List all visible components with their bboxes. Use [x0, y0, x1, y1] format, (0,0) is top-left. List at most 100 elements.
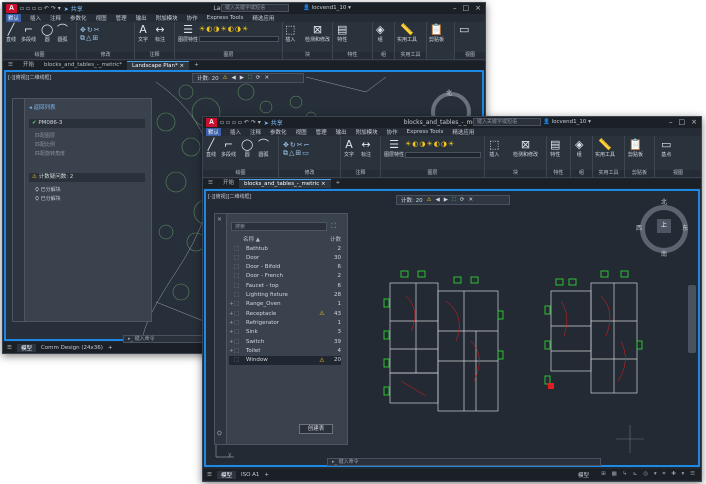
back-group-props-label[interactable]: 特性 [333, 52, 372, 59]
properties-tool[interactable]: ▤ 特性 [337, 24, 347, 44]
group-tool[interactable]: ◈ 组 [575, 139, 583, 159]
front-group-clip-label[interactable]: 剪贴板 [625, 170, 654, 177]
table-row[interactable]: ⬚ Door - French 2 [229, 272, 341, 281]
front-group-draw-label[interactable]: 绘图 [203, 170, 278, 177]
back-group-util-label[interactable]: 实用工具 [395, 52, 426, 59]
table-row[interactable]: + ⬚ Switch 39 [229, 337, 341, 346]
back-menu-9[interactable]: Express Tools [207, 15, 244, 21]
table-row[interactable]: + ⬚ Range_Oven 1 [229, 300, 341, 309]
front-group-modify-label[interactable]: 修改 [279, 170, 340, 177]
front-command-line[interactable]: ▸_ 键入命令 [327, 458, 601, 466]
view-tool[interactable]: ▭ [459, 24, 469, 36]
front-group-util-label[interactable]: 实用工具 [593, 170, 624, 177]
clipboard-tool[interactable]: 📋 剪贴板 [628, 139, 643, 159]
utilities-tool[interactable]: 📏 实用工具 [595, 139, 615, 159]
front-menu-5[interactable]: 管理 [316, 128, 327, 136]
table-row[interactable]: ⬚ Bathtub 2 [229, 244, 341, 253]
utilities-tool[interactable]: 📏 实用工具 [397, 24, 417, 44]
menu-icon[interactable]: ☰ [7, 345, 12, 351]
next-arrow-icon[interactable]: ▶ [240, 75, 244, 81]
detect-tool[interactable]: ⊠ 检测和修改 [513, 139, 538, 159]
close-icon[interactable]: ✕ [264, 75, 269, 81]
polyline-tool[interactable]: ⌐ 多段线 [221, 139, 236, 159]
front-menu-0[interactable]: 默认 [206, 128, 222, 136]
front-menu-8[interactable]: 协作 [387, 128, 398, 136]
back-group-group-label[interactable]: 组 [373, 52, 394, 59]
polyline-tool[interactable]: ⌐ 多段线 [21, 24, 36, 44]
front-menu-1[interactable]: 插入 [230, 128, 241, 136]
minimize-icon[interactable]: – [669, 117, 673, 128]
back-section-2[interactable]: ⚠ 计数疑问数: 2 [29, 173, 145, 182]
refresh-icon[interactable]: ⟳ [256, 75, 261, 81]
basepoint-tool[interactable]: ▭ 基点 [661, 139, 671, 159]
back-menu-5[interactable]: 管理 [116, 14, 127, 22]
back-group-draw-label[interactable]: 绘图 [3, 52, 76, 59]
front-group-block-label[interactable]: 块 [485, 170, 546, 177]
back-s1-item-0[interactable]: 匹配图层 [35, 132, 65, 141]
properties-tool[interactable]: ▤ 特性 [550, 139, 560, 159]
back-menu-7[interactable]: 附加模块 [156, 14, 178, 22]
back-s2-item-0[interactable]: ⛭ 已分解块 [35, 186, 61, 195]
back-menu-10[interactable]: 精选应用 [252, 14, 274, 22]
settings-icon[interactable]: ⛭ [217, 430, 222, 438]
table-row[interactable]: ⬚ Door 30 [229, 253, 341, 262]
menu-icon[interactable]: ☰ [3, 61, 18, 70]
layer-icons[interactable]: ☀◐◑☀◐◑☀ [405, 140, 455, 148]
front-panel-strip[interactable]: ✕ ⛭ [215, 214, 227, 444]
quick-access-icons[interactable]: ▫ ▫ ▫ ▫ ↶ ↷ ▾ [20, 5, 61, 12]
share-button[interactable]: ➤ 共享 [64, 4, 83, 13]
dimension-tool[interactable]: ↔ 标注 [361, 139, 371, 159]
back-s1-item-2[interactable]: 匹配旋转角度 [35, 150, 65, 159]
back-menu-4[interactable]: 视图 [96, 14, 107, 22]
create-table-button[interactable]: 创建表 [299, 424, 333, 434]
autocad-logo-icon[interactable]: A [206, 118, 217, 127]
layer-icons[interactable]: ☀◐◑☀◐◑☀ [199, 25, 249, 33]
maximize-icon[interactable]: □ [463, 3, 470, 14]
front-group-view-label[interactable]: 视图 [655, 170, 701, 177]
front-group-layer-label[interactable]: 图层 [381, 170, 484, 177]
dimension-tool[interactable]: ↔ 标注 [155, 24, 165, 44]
insert-tool[interactable]: ⬚ 插入 [489, 139, 499, 159]
table-row[interactable]: ⬚ Lighting fixture 28 [229, 291, 341, 300]
back-tab-start[interactable]: 开始 [18, 61, 39, 70]
back-user[interactable]: 👤 locvend1_10 ▾ [303, 5, 351, 11]
compass-west[interactable]: 西 [636, 223, 642, 232]
select-blocks-icon[interactable]: ⛶ [331, 222, 336, 231]
group-tool[interactable]: ◈ 组 [376, 24, 384, 44]
view-cube[interactable]: 上 [640, 205, 688, 253]
layer-props-tool[interactable]: ☰ 图层特性 [384, 139, 404, 159]
autocad-logo-icon[interactable]: A [6, 4, 17, 13]
front-menu-2[interactable]: 注释 [250, 128, 261, 136]
new-tab-button[interactable]: + [331, 179, 346, 188]
circle-tool[interactable]: ◯ 圆 [241, 139, 253, 159]
col-name[interactable]: 名称 ▲ [229, 235, 325, 243]
layer-dropdown[interactable] [405, 152, 481, 158]
detect-tool[interactable]: ⊠ 检测和修改 [305, 24, 330, 44]
front-tab-start[interactable]: 开始 [218, 179, 239, 188]
close-icon[interactable]: ✕ [217, 216, 222, 223]
back-menu-1[interactable]: 插入 [30, 14, 41, 22]
menu-icon[interactable]: ☰ [203, 179, 218, 188]
front-user[interactable]: 👤 locvend1_10 ▾ [543, 119, 591, 125]
close-icon[interactable]: × [691, 117, 697, 128]
arc-tool[interactable]: ⌒ 圆弧 [57, 24, 68, 44]
arc-tool[interactable]: ⌒ 圆弧 [258, 139, 269, 159]
add-layout-icon[interactable]: + [264, 472, 269, 478]
table-row[interactable]: + ⬚ Refrigerator 1 [229, 318, 341, 327]
warning-icon[interactable]: ⚠ [317, 357, 327, 364]
back-search-input[interactable]: 键入关键字或短语 [221, 4, 289, 12]
front-viewport[interactable]: [-][俯视][二维线框] 计数: 20 ⚠ ◀ ▶ ⛶ ⟳ ✕ X 上 北 南… [204, 189, 700, 467]
text-tool[interactable]: A 文字 [344, 139, 354, 159]
close-icon[interactable]: × [475, 3, 481, 14]
back-group-block-label[interactable]: 块 [283, 52, 332, 59]
view-cube-face[interactable]: 上 [657, 219, 671, 233]
table-row[interactable]: + ⬚ Receptacle ⚠ 43 [229, 309, 341, 318]
back-panel-strip[interactable] [13, 99, 25, 321]
back-group-view-label[interactable]: 视图 [455, 52, 485, 59]
add-layout-icon[interactable]: + [108, 345, 113, 351]
front-group-props-label[interactable]: 特性 [547, 170, 570, 177]
compass-north[interactable]: 北 [661, 197, 667, 206]
layer-dropdown[interactable] [199, 36, 279, 42]
status-toolbar-icons[interactable]: ⊞ ▦ ↳ ⊾ ◎ ▾ ⌗ ✚ ▾ ☰ [601, 471, 697, 478]
back-status-model[interactable]: 模型 [16, 343, 36, 352]
